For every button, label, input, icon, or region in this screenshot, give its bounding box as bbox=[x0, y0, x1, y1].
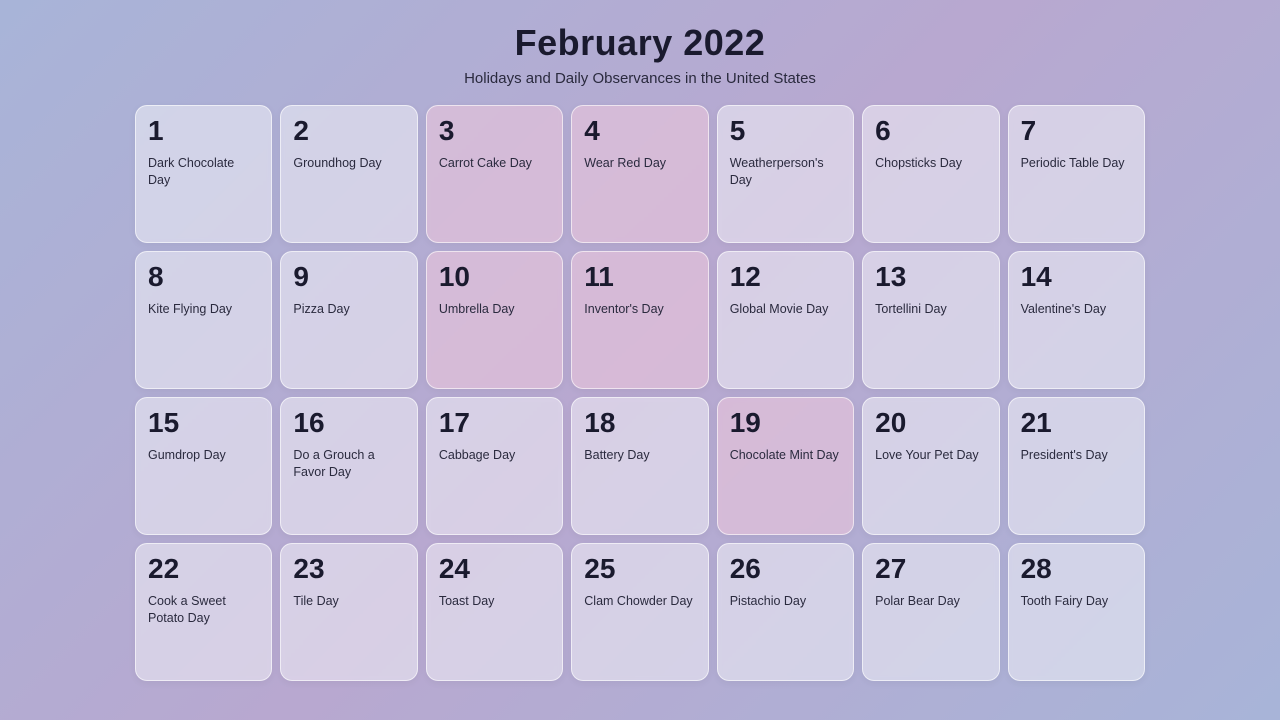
day-event-12: Global Movie Day bbox=[730, 301, 841, 318]
day-event-10: Umbrella Day bbox=[439, 301, 550, 318]
day-event-13: Tortellini Day bbox=[875, 301, 986, 318]
day-number-6: 6 bbox=[875, 116, 986, 147]
day-cell-20: 20 Love Your Pet Day bbox=[862, 397, 999, 535]
day-number-1: 1 bbox=[148, 116, 259, 147]
day-event-8: Kite Flying Day bbox=[148, 301, 259, 318]
day-number-12: 12 bbox=[730, 262, 841, 293]
day-event-15: Gumdrop Day bbox=[148, 447, 259, 464]
day-number-18: 18 bbox=[584, 408, 695, 439]
day-event-2: Groundhog Day bbox=[293, 155, 404, 172]
day-event-3: Carrot Cake Day bbox=[439, 155, 550, 172]
day-cell-27: 27 Polar Bear Day bbox=[862, 543, 999, 681]
page-title: February 2022 bbox=[515, 22, 766, 64]
day-number-22: 22 bbox=[148, 554, 259, 585]
day-cell-1: 1 Dark Chocolate Day bbox=[135, 105, 272, 243]
day-number-8: 8 bbox=[148, 262, 259, 293]
day-cell-22: 22 Cook a Sweet Potato Day bbox=[135, 543, 272, 681]
day-cell-25: 25 Clam Chowder Day bbox=[571, 543, 708, 681]
day-cell-14: 14 Valentine's Day bbox=[1008, 251, 1145, 389]
day-number-25: 25 bbox=[584, 554, 695, 585]
day-event-16: Do a Grouch a Favor Day bbox=[293, 447, 404, 481]
day-cell-23: 23 Tile Day bbox=[280, 543, 417, 681]
day-number-19: 19 bbox=[730, 408, 841, 439]
day-event-19: Chocolate Mint Day bbox=[730, 447, 841, 464]
day-number-21: 21 bbox=[1021, 408, 1132, 439]
day-cell-19: 19 Chocolate Mint Day bbox=[717, 397, 854, 535]
day-event-14: Valentine's Day bbox=[1021, 301, 1132, 318]
day-event-25: Clam Chowder Day bbox=[584, 593, 695, 610]
day-number-27: 27 bbox=[875, 554, 986, 585]
day-cell-2: 2 Groundhog Day bbox=[280, 105, 417, 243]
day-event-21: President's Day bbox=[1021, 447, 1132, 464]
day-cell-17: 17 Cabbage Day bbox=[426, 397, 563, 535]
day-event-20: Love Your Pet Day bbox=[875, 447, 986, 464]
calendar-grid: 1 Dark Chocolate Day 2 Groundhog Day 3 Carrot… bbox=[135, 105, 1145, 681]
day-cell-18: 18 Battery Day bbox=[571, 397, 708, 535]
day-event-17: Cabbage Day bbox=[439, 447, 550, 464]
day-event-1: Dark Chocolate Day bbox=[148, 155, 259, 189]
day-cell-13: 13 Tortellini Day bbox=[862, 251, 999, 389]
day-event-18: Battery Day bbox=[584, 447, 695, 464]
day-number-17: 17 bbox=[439, 408, 550, 439]
day-number-7: 7 bbox=[1021, 116, 1132, 147]
day-cell-12: 12 Global Movie Day bbox=[717, 251, 854, 389]
day-event-24: Toast Day bbox=[439, 593, 550, 610]
day-number-10: 10 bbox=[439, 262, 550, 293]
day-cell-9: 9 Pizza Day bbox=[280, 251, 417, 389]
day-cell-6: 6 Chopsticks Day bbox=[862, 105, 999, 243]
day-number-16: 16 bbox=[293, 408, 404, 439]
day-number-9: 9 bbox=[293, 262, 404, 293]
day-event-23: Tile Day bbox=[293, 593, 404, 610]
day-event-11: Inventor's Day bbox=[584, 301, 695, 318]
day-cell-21: 21 President's Day bbox=[1008, 397, 1145, 535]
day-number-26: 26 bbox=[730, 554, 841, 585]
day-event-7: Periodic Table Day bbox=[1021, 155, 1132, 172]
day-number-28: 28 bbox=[1021, 554, 1132, 585]
day-event-22: Cook a Sweet Potato Day bbox=[148, 593, 259, 627]
day-number-4: 4 bbox=[584, 116, 695, 147]
day-number-13: 13 bbox=[875, 262, 986, 293]
day-event-9: Pizza Day bbox=[293, 301, 404, 318]
day-number-24: 24 bbox=[439, 554, 550, 585]
day-number-15: 15 bbox=[148, 408, 259, 439]
day-cell-3: 3 Carrot Cake Day bbox=[426, 105, 563, 243]
day-number-20: 20 bbox=[875, 408, 986, 439]
day-event-27: Polar Bear Day bbox=[875, 593, 986, 610]
day-number-14: 14 bbox=[1021, 262, 1132, 293]
day-cell-11: 11 Inventor's Day bbox=[571, 251, 708, 389]
day-cell-28: 28 Tooth Fairy Day bbox=[1008, 543, 1145, 681]
day-number-3: 3 bbox=[439, 116, 550, 147]
day-cell-16: 16 Do a Grouch a Favor Day bbox=[280, 397, 417, 535]
day-event-4: Wear Red Day bbox=[584, 155, 695, 172]
day-cell-8: 8 Kite Flying Day bbox=[135, 251, 272, 389]
page-subtitle: Holidays and Daily Observances in the Un… bbox=[464, 70, 816, 87]
day-cell-10: 10 Umbrella Day bbox=[426, 251, 563, 389]
day-event-6: Chopsticks Day bbox=[875, 155, 986, 172]
day-cell-4: 4 Wear Red Day bbox=[571, 105, 708, 243]
day-number-11: 11 bbox=[584, 262, 695, 293]
day-event-5: Weatherperson's Day bbox=[730, 155, 841, 189]
day-number-23: 23 bbox=[293, 554, 404, 585]
day-cell-24: 24 Toast Day bbox=[426, 543, 563, 681]
day-cell-15: 15 Gumdrop Day bbox=[135, 397, 272, 535]
day-cell-7: 7 Periodic Table Day bbox=[1008, 105, 1145, 243]
day-number-2: 2 bbox=[293, 116, 404, 147]
day-event-28: Tooth Fairy Day bbox=[1021, 593, 1132, 610]
day-cell-26: 26 Pistachio Day bbox=[717, 543, 854, 681]
day-number-5: 5 bbox=[730, 116, 841, 147]
day-event-26: Pistachio Day bbox=[730, 593, 841, 610]
day-cell-5: 5 Weatherperson's Day bbox=[717, 105, 854, 243]
